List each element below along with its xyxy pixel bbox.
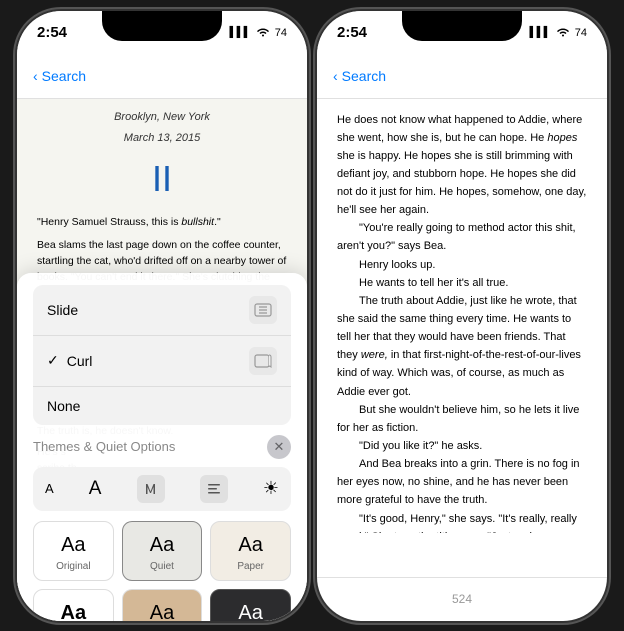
theme-paper-name: Paper: [237, 561, 264, 572]
theme-focus[interactable]: Aa Focus: [210, 589, 291, 621]
page-footer-right: 524: [317, 577, 607, 621]
right-para-6: But she wouldn't believe him, so he lets…: [337, 401, 587, 437]
theme-paper-aa: Aa: [238, 534, 262, 557]
left-phone: 2:54 ▌▌▌ 74 ‹ Search Brooklyn, New York …: [17, 11, 307, 621]
font-small-label[interactable]: A: [45, 481, 54, 496]
nav-bar-left: ‹ Search: [17, 55, 307, 99]
book-content-right: He does not know what happened to Addie,…: [317, 99, 607, 577]
right-para-7: "Did you like it?" he asks.: [337, 437, 587, 455]
slide-option-slide[interactable]: Slide: [33, 285, 291, 336]
book-para-1: "Henry Samuel Strauss, this is bullshit.…: [37, 214, 287, 230]
chapter-number: II: [37, 151, 287, 207]
notch-left: [102, 11, 222, 41]
status-icons-left: ▌▌▌ 74: [229, 26, 287, 40]
checkmark-icon: ✓: [47, 352, 59, 369]
status-icons-right: ▌▌▌ 74: [529, 26, 587, 40]
back-label-left: Search: [42, 68, 86, 84]
back-button-right[interactable]: ‹ Search: [333, 68, 386, 84]
theme-quiet[interactable]: Aa Quiet: [122, 521, 203, 581]
brightness-icon[interactable]: ☀: [263, 478, 279, 499]
signal-icon-left: ▌▌▌: [229, 27, 250, 38]
curl-icon: [249, 347, 277, 375]
battery-icon-right: 74: [575, 27, 587, 39]
slide-option-none[interactable]: None: [33, 387, 291, 425]
slide-panel: Slide ✓ Curl: [17, 273, 307, 621]
theme-quiet-name: Quiet: [150, 561, 174, 572]
theme-calm[interactable]: Aa Calm: [122, 589, 203, 621]
status-bar-left: 2:54 ▌▌▌ 74: [17, 11, 307, 55]
curl-label: Curl: [67, 353, 93, 369]
right-para-5: The truth about Addie, just like he wrot…: [337, 292, 587, 401]
close-panel-button[interactable]: ✕: [267, 435, 291, 459]
book-text-right: He does not know what happened to Addie,…: [317, 99, 607, 533]
slide-option-curl[interactable]: ✓ Curl: [33, 336, 291, 387]
phones-container: 2:54 ▌▌▌ 74 ‹ Search Brooklyn, New York …: [17, 11, 607, 621]
theme-quiet-aa: Aa: [150, 534, 174, 557]
theme-bold-aa: Aa: [61, 602, 87, 621]
theme-calm-aa: Aa: [150, 602, 174, 621]
wifi-icon-left: [256, 26, 270, 40]
theme-original-name: Original: [56, 561, 90, 572]
themes-header-row: Themes & Quiet Options ✕: [33, 435, 291, 459]
wifi-icon-right: [556, 26, 570, 40]
status-bar-right: 2:54 ▌▌▌ 74: [317, 11, 607, 55]
theme-original-aa: Aa: [61, 534, 85, 557]
book-location: Brooklyn, New York: [37, 109, 287, 126]
battery-icon-left: 74: [275, 27, 287, 39]
right-para-9: "It's good, Henry," she says. "It's real…: [337, 510, 587, 533]
signal-icon-right: ▌▌▌: [529, 27, 550, 38]
theme-original[interactable]: Aa Original: [33, 521, 114, 581]
font-large-label[interactable]: A: [89, 478, 102, 500]
time-left: 2:54: [37, 24, 67, 41]
book-date: March 13, 2015: [37, 130, 287, 147]
themes-grid: Aa Original Aa Quiet Aa Paper Aa Bold: [33, 521, 291, 621]
transition-options: Slide ✓ Curl: [33, 285, 291, 425]
right-para-4: He wants to tell her it's all true.: [337, 274, 587, 292]
back-button-left[interactable]: ‹ Search: [33, 68, 86, 84]
theme-bold[interactable]: Aa Bold: [33, 589, 114, 621]
slide-icon: [249, 296, 277, 324]
theme-paper[interactable]: Aa Paper: [210, 521, 291, 581]
right-para-1: He does not know what happened to Addie,…: [337, 111, 587, 220]
theme-focus-aa: Aa: [238, 602, 262, 621]
nav-bar-right: ‹ Search: [317, 55, 607, 99]
time-right: 2:54: [337, 24, 367, 41]
right-para-8: And Bea breaks into a grin. There is no …: [337, 455, 587, 509]
right-para-3: Henry looks up.: [337, 256, 587, 274]
text-options-icon[interactable]: [200, 475, 228, 503]
notch-right: [402, 11, 522, 41]
page-number: 524: [452, 592, 472, 606]
chevron-left-icon-right: ‹: [333, 68, 338, 84]
right-phone: 2:54 ▌▌▌ 74 ‹ Search He does not know wh…: [317, 11, 607, 621]
slide-label: Slide: [47, 302, 78, 318]
back-label-right: Search: [342, 68, 386, 84]
right-para-2: "You're really going to method actor thi…: [337, 219, 587, 255]
themes-title: Themes & Quiet Options: [33, 439, 175, 454]
font-controls-row: A A ☀: [33, 467, 291, 511]
none-label: None: [47, 398, 80, 414]
chevron-left-icon: ‹: [33, 68, 38, 84]
font-style-icon[interactable]: [137, 475, 165, 503]
book-content-left: Brooklyn, New York March 13, 2015 II "He…: [17, 99, 307, 621]
